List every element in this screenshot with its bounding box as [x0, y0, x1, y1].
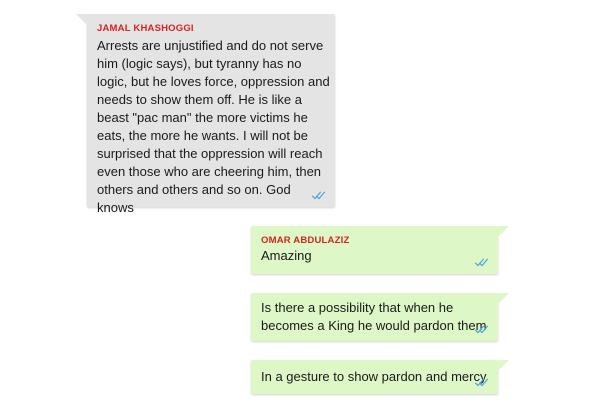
double-check-icon	[475, 325, 488, 334]
bubble-tail	[498, 360, 509, 371]
message-text: In a gesture to show pardon and mercy	[261, 369, 487, 384]
sender-name: OMAR ABDULAZIZ	[261, 235, 350, 246]
chat-conversation: JAMAL KHASHOGGI Arrests are unjustified …	[0, 0, 600, 400]
bubble-tail	[498, 293, 509, 304]
message-text: Amazing	[261, 248, 312, 263]
message-text: Arrests are unjustified and do not serve…	[97, 38, 330, 215]
bubble-tail	[76, 14, 87, 25]
bubble-tail	[498, 226, 509, 237]
message-text: Is there a possibility that when he beco…	[261, 300, 487, 333]
double-check-icon	[475, 258, 488, 267]
message-bubble-outgoing[interactable]: OMAR ABDULAZIZ Amazing	[251, 226, 509, 274]
double-check-icon	[475, 378, 488, 387]
message-bubble-incoming[interactable]: JAMAL KHASHOGGI Arrests are unjustified …	[76, 14, 335, 215]
message-bubble-outgoing[interactable]: Is there a possibility that when he beco…	[251, 293, 509, 341]
message-bubble-outgoing[interactable]: In a gesture to show pardon and mercy	[251, 360, 509, 394]
double-check-icon	[312, 191, 325, 200]
sender-name: JAMAL KHASHOGGI	[97, 23, 194, 34]
